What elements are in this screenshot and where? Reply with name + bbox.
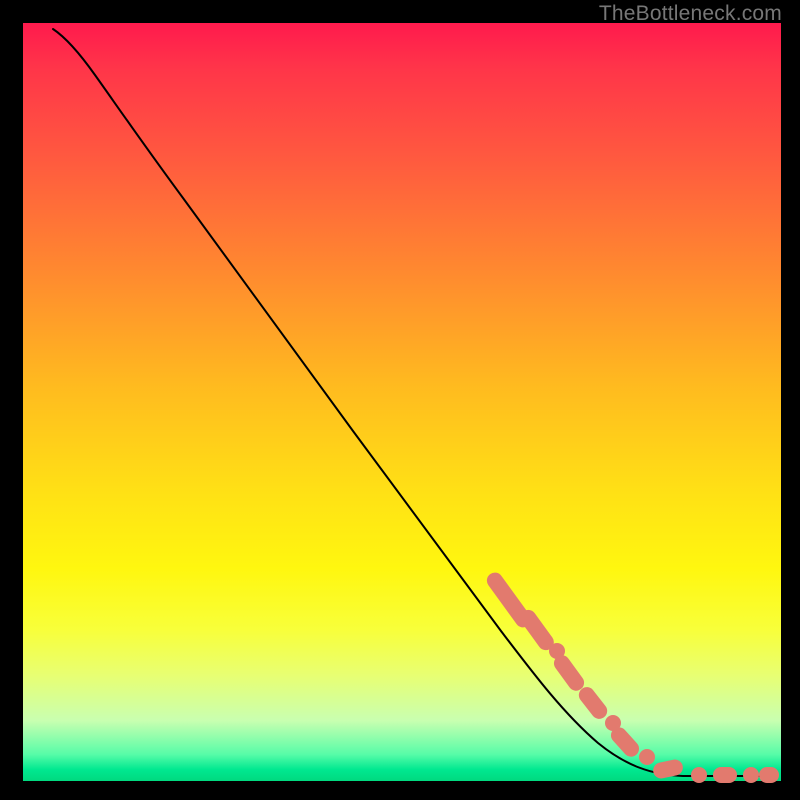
marker-group <box>484 569 779 783</box>
watermark-text: TheBottleneck.com <box>599 2 782 26</box>
chart-stage: TheBottleneck.com <box>0 0 800 800</box>
marker-dot <box>691 767 707 783</box>
marker-pill <box>713 767 737 783</box>
chart-svg <box>23 23 781 781</box>
marker-pill <box>551 652 587 694</box>
plot-area <box>23 23 781 781</box>
curve-line <box>53 29 775 776</box>
marker-pill <box>576 684 611 722</box>
marker-pill <box>759 767 779 783</box>
marker-dot <box>639 749 655 765</box>
marker-dot <box>743 767 759 783</box>
